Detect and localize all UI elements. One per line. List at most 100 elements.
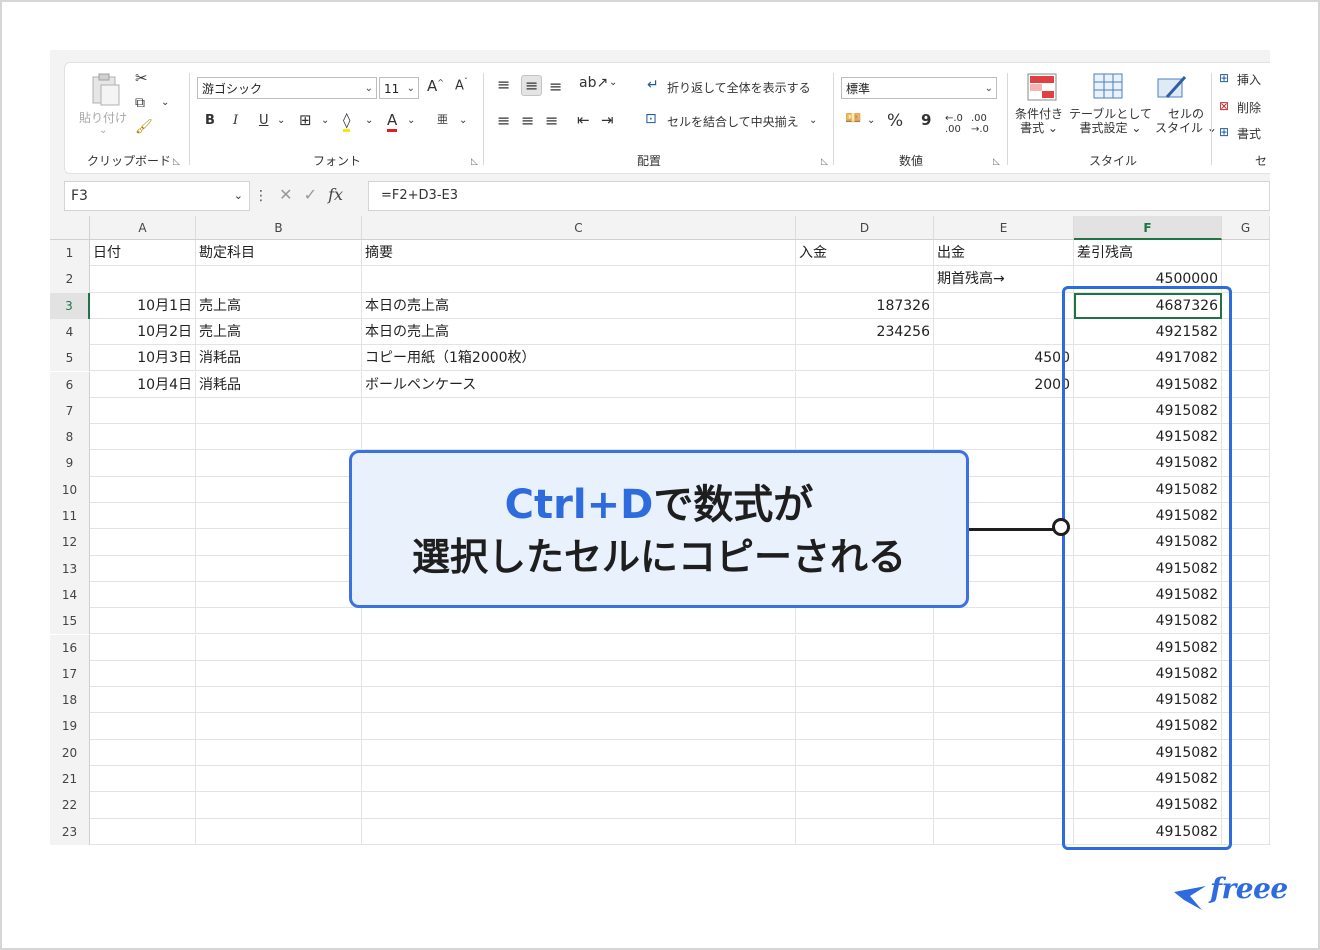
row-header-22[interactable]: 22 [50,792,90,819]
row-header-14[interactable]: 14 [50,581,90,609]
cell-d7[interactable] [796,397,934,425]
cell-e23[interactable] [934,818,1074,845]
wrap-text-icon[interactable]: ↵ [647,77,659,93]
row-header-18[interactable]: 18 [50,687,90,714]
cell-c19[interactable] [362,713,796,740]
more-icon[interactable]: ⋮ [254,188,268,204]
cell-d6[interactable] [796,371,934,398]
decrease-font-icon[interactable]: Aˇ [455,77,468,93]
align-center-icon[interactable]: ≡ [521,111,534,130]
cell-e6[interactable]: 2000 [934,371,1074,398]
cell-c22[interactable] [362,792,796,819]
cell-a8[interactable] [90,424,196,451]
decrease-indent-icon[interactable]: ⇤ [577,111,590,129]
cell-c5[interactable]: コピー用紙（1箱2000枚） [362,345,796,372]
column-header-a[interactable]: A [90,216,196,240]
row-header-16[interactable]: 16 [50,634,90,661]
cell-e15[interactable] [934,608,1074,635]
cell-d3[interactable]: 187326 [796,292,934,319]
cell-c23[interactable] [362,818,796,845]
row-header-1[interactable]: 1 [50,240,90,267]
cut-icon[interactable]: ✂ [135,69,148,87]
paste-icon[interactable] [87,71,123,107]
cell-a22[interactable] [90,792,196,819]
merge-dropdown-icon[interactable]: ⌄ [809,115,817,126]
align-top-icon[interactable]: ≡ [497,75,510,94]
format-painter-icon[interactable]: 🖌 [135,119,153,135]
cell-c20[interactable] [362,739,796,766]
number-format-select[interactable]: 標準 ⌄ [841,77,997,99]
wrap-text-button[interactable]: 折り返して全体を表示する [667,79,811,96]
border-icon[interactable]: ⊞ [299,111,312,129]
row-header-4[interactable]: 4 [50,318,90,346]
cell-b6[interactable]: 消耗品 [196,371,362,398]
row-header-8[interactable]: 8 [50,424,90,451]
cell-b8[interactable] [196,424,362,451]
cell-b20[interactable] [196,739,362,766]
cell-styles-icon[interactable] [1157,73,1189,101]
cell-a14[interactable] [90,581,196,609]
border-dropdown-icon[interactable]: ⌄ [321,115,329,126]
formula-input[interactable]: =F2+D3-E3 [368,181,1270,211]
cell-styles-button[interactable]: セルの スタイル ⌄ [1155,107,1217,135]
cell-b19[interactable] [196,713,362,740]
cell-g1[interactable] [1222,240,1270,267]
cell-b4[interactable]: 売上高 [196,318,362,346]
italic-button[interactable]: I [233,113,238,128]
cell-d20[interactable] [796,739,934,766]
cell-a18[interactable] [90,687,196,714]
column-header-e[interactable]: E [934,216,1074,240]
cell-a19[interactable] [90,713,196,740]
percent-button[interactable]: % [887,111,903,131]
copy-icon[interactable]: ⧉ [135,95,145,111]
cell-d1[interactable]: 入金 [796,240,934,267]
enter-icon[interactable]: ✓ [304,185,317,204]
cell-d5[interactable] [796,345,934,372]
cell-c8[interactable] [362,424,796,451]
paste-label[interactable]: 貼り付け [79,109,127,126]
cell-b11[interactable] [196,503,362,530]
cell-e20[interactable] [934,739,1074,766]
cell-b7[interactable] [196,397,362,425]
cell-a11[interactable] [90,503,196,530]
column-header-b[interactable]: B [196,216,362,240]
cell-b9[interactable] [196,450,362,477]
cell-e5[interactable]: 4500 [934,345,1074,372]
cancel-icon[interactable]: ✕ [279,185,292,204]
cell-a10[interactable] [90,476,196,503]
cell-a4[interactable]: 10月2日 [90,318,196,346]
cell-a7[interactable] [90,397,196,425]
font-launcher-icon[interactable]: ◺ [471,157,478,167]
column-header-d[interactable]: D [796,216,934,240]
cell-e18[interactable] [934,687,1074,714]
cell-c21[interactable] [362,766,796,793]
cell-a17[interactable] [90,660,196,688]
clipboard-launcher-icon[interactable]: ◺ [173,157,180,167]
row-header-9[interactable]: 9 [50,450,90,477]
fill-color-icon[interactable]: ◊ [343,111,351,132]
cell-b14[interactable] [196,581,362,609]
row-header-19[interactable]: 19 [50,713,90,740]
merge-center-button[interactable]: セルを結合して中央揃え [667,113,799,130]
bold-button[interactable]: B [205,113,215,128]
row-header-20[interactable]: 20 [50,739,90,766]
name-box[interactable]: F3 ⌄ [64,181,250,211]
cell-a1[interactable]: 日付 [90,240,196,267]
accounting-format-icon[interactable]: 💴 [845,111,861,126]
cell-e19[interactable] [934,713,1074,740]
align-middle-icon[interactable]: ≡ [521,75,543,96]
column-header-f[interactable]: F [1074,216,1222,240]
number-launcher-icon[interactable]: ◺ [993,157,1000,167]
cell-e21[interactable] [934,766,1074,793]
delete-icon[interactable]: ⊠ [1219,99,1229,113]
cell-d21[interactable] [796,766,934,793]
increase-decimal-icon[interactable]: ←.0.00 [945,113,963,135]
align-left-icon[interactable]: ≡ [497,111,510,130]
column-header-c[interactable]: C [362,216,796,240]
cell-a13[interactable] [90,555,196,582]
conditional-format-icon[interactable] [1027,73,1057,101]
orientation-dropdown-icon[interactable]: ⌄ [609,77,617,88]
row-header-11[interactable]: 11 [50,503,90,530]
cell-b10[interactable] [196,476,362,503]
cell-a12[interactable] [90,529,196,556]
